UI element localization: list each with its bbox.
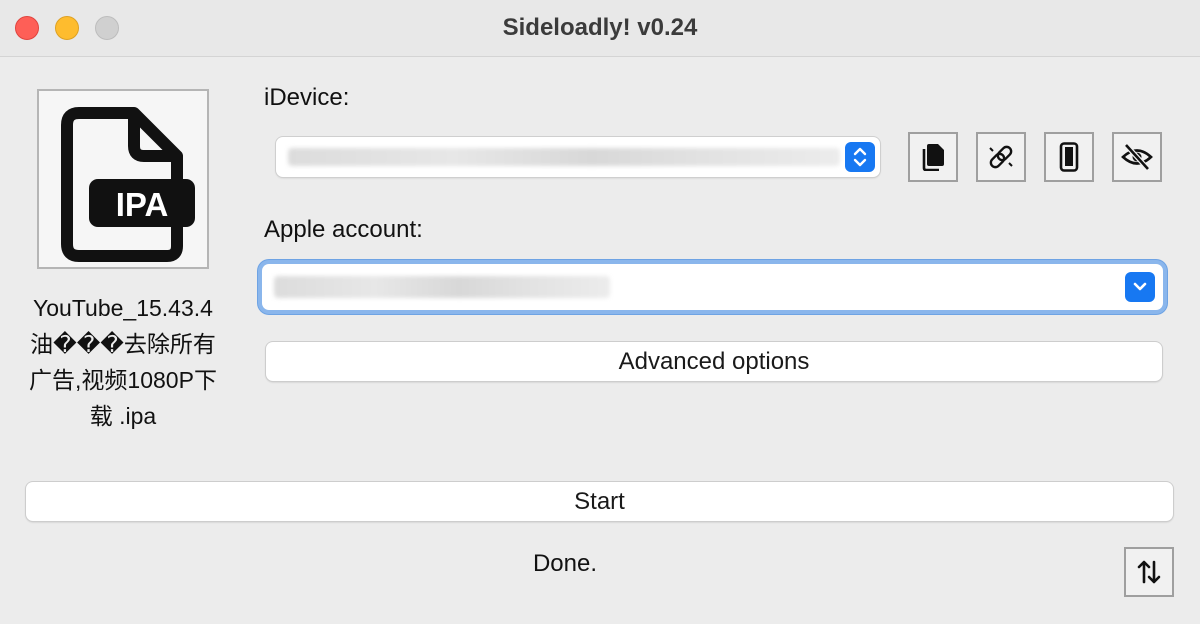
unlink-icon — [989, 145, 1013, 169]
idevice-select[interactable] — [276, 137, 880, 177]
title-bar: Sideloadly! v0.24 — [0, 0, 1200, 57]
window-title: Sideloadly! v0.24 — [502, 14, 698, 41]
copy-icon — [922, 144, 944, 171]
status-text: Done. — [532, 550, 598, 577]
eye-off-icon — [1121, 143, 1153, 171]
chevron-down-icon — [1133, 282, 1147, 291]
chevron-up-down-icon — [853, 147, 867, 167]
apple-account-dropdown-button[interactable] — [1125, 272, 1155, 302]
log-toggle-button[interactable] — [1124, 547, 1174, 597]
idevice-value-redacted — [288, 148, 840, 166]
ipa-drop-zone[interactable]: IPA — [37, 89, 209, 269]
unlink-button[interactable] — [976, 132, 1026, 182]
ipa-file-icon: IPA — [61, 107, 195, 262]
ipa-file-name: YouTube_15.43.4油���去除所有广告,视频1080P下载 .ipa — [29, 295, 217, 429]
ipa-badge-text: IPA — [116, 186, 169, 223]
apple-account-combobox[interactable] — [262, 264, 1163, 310]
device-info-button[interactable] — [1044, 132, 1094, 182]
hide-info-button[interactable] — [1112, 132, 1162, 182]
copy-button[interactable] — [908, 132, 958, 182]
idevice-label: iDevice: — [264, 84, 350, 111]
advanced-options-button[interactable]: Advanced options — [266, 342, 1162, 381]
sort-arrows-icon — [1137, 560, 1161, 584]
phone-icon — [1059, 142, 1079, 172]
apple-account-value-redacted — [274, 276, 610, 298]
sideloadly-window: Sideloadly! v0.24 IPA YouTube_15.43.4油��… — [0, 0, 1200, 624]
idevice-stepper[interactable] — [845, 142, 875, 172]
start-button[interactable]: Start — [26, 482, 1173, 521]
apple-account-label: Apple account: — [264, 216, 423, 243]
